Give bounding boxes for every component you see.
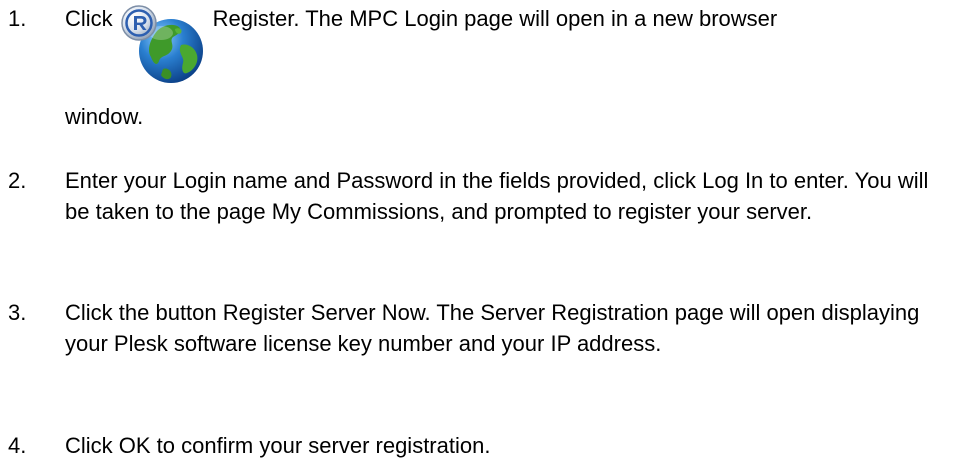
register-globe-icon xyxy=(117,1,209,85)
step-text: Click OK to confirm your server registra… xyxy=(65,433,491,458)
step-text-before-icon: Click xyxy=(65,6,113,31)
step-number: 3. xyxy=(8,300,27,325)
step-text: Click Register. The MPC Login page will … xyxy=(65,3,945,85)
step-text: Enter your Login name and Password in th… xyxy=(65,168,929,224)
step-1-continuation: window. xyxy=(65,104,144,129)
step-text: Click the button Register Server Now. Th… xyxy=(65,300,920,356)
step-number: 4. xyxy=(8,433,27,458)
step-number: 2. xyxy=(8,168,27,193)
step-number: 1. xyxy=(8,6,27,31)
step-text-after-icon: Register. The MPC Login page will open i… xyxy=(212,6,778,31)
